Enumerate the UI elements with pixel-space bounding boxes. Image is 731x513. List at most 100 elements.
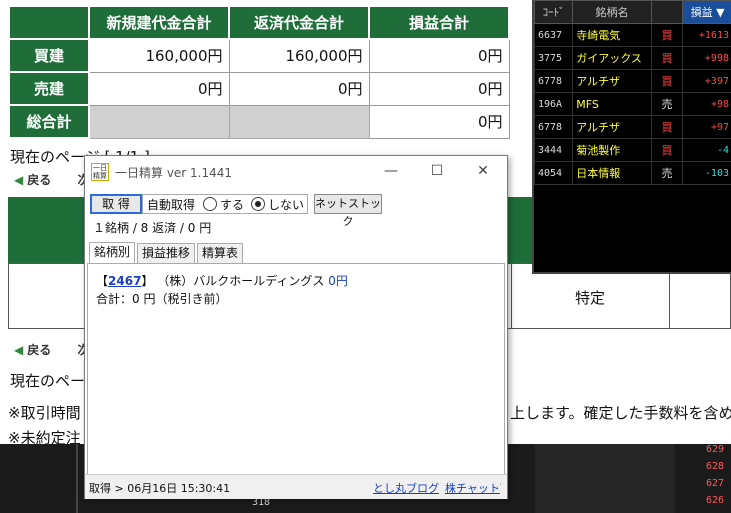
resize-grip-icon[interactable]: ⋰ <box>493 483 502 493</box>
blog-link[interactable]: とし丸ブログ <box>373 480 439 496</box>
position-row[interactable]: 6778 アルチザ 買 +97 <box>533 115 731 139</box>
back-link[interactable]: 戻る <box>27 173 51 187</box>
board-price-column <box>535 444 675 513</box>
col-side[interactable] <box>650 0 684 24</box>
total-line: 合計：0 円（税引き前） <box>96 292 228 306</box>
buy-pl-total: 0円 <box>368 38 510 73</box>
board-price: 626 <box>706 495 725 506</box>
board-price: 628 <box>706 461 725 472</box>
position-code: 6637 <box>533 23 574 47</box>
close-icon[interactable]: ✕ <box>471 161 495 181</box>
position-code: 3775 <box>533 46 574 70</box>
position-name: MFS <box>572 92 652 116</box>
header-return-total: 返済代金合計 <box>228 5 370 40</box>
position-pl: +397 <box>682 69 731 93</box>
sell-new-total: 0円 <box>88 71 230 106</box>
position-side: 売 <box>650 161 684 185</box>
position-side: 買 <box>650 46 684 70</box>
auto-fetch-label: 自動取得 <box>147 198 196 212</box>
position-side: 買 <box>650 69 684 93</box>
page-indicator-bottom: 現在のペー <box>10 372 86 390</box>
back-link[interactable]: 戻る <box>27 343 51 357</box>
stock-code-link[interactable]: 2467 <box>108 274 141 288</box>
position-pl: +1613 <box>682 23 731 47</box>
account-type: 特定 <box>575 289 606 307</box>
radio-on[interactable] <box>203 197 217 211</box>
position-row[interactable]: 3775 ガイアックス 買 +998 <box>533 46 731 70</box>
status-bar: 取得 > 06月16日 15:30:41 とし丸ブログ 株チャット ⋰ <box>85 474 507 499</box>
sell-pl-total: 0円 <box>368 71 510 106</box>
fetch-timestamp: 取得 > 06月16日 15:30:41 <box>89 482 231 495</box>
position-name: 日本情報 <box>572 161 652 185</box>
position-side: 買 <box>650 115 684 139</box>
sort-down-icon: ▼ <box>716 6 725 19</box>
netstock-button[interactable]: ネットストック <box>314 194 382 228</box>
summary-table: 新規建代金合計 返済代金合計 損益合計 買建 160,000円 160,000円… <box>8 5 510 139</box>
position-pl: +98 <box>682 92 731 116</box>
window-title: 一日精算 ver 1.1441 <box>115 166 233 180</box>
position-code: 6778 <box>533 115 574 139</box>
position-pl: +998 <box>682 46 731 70</box>
pager-bottom: ◀戻る 次 <box>14 341 89 358</box>
row-label-grand-total: 総合計 <box>8 104 90 139</box>
chart-link[interactable]: 株チャット <box>445 480 500 496</box>
back-arrow-icon: ◀ <box>14 343 24 357</box>
radio-off[interactable] <box>251 197 265 211</box>
sell-return-total: 0円 <box>228 71 370 106</box>
position-code: 196A <box>533 92 574 116</box>
position-code: 3444 <box>533 138 574 162</box>
position-row[interactable]: 196A MFS 売 +98 <box>533 92 731 116</box>
position-name: 寺崎電気 <box>572 23 652 47</box>
position-pl: +97 <box>682 115 731 139</box>
position-name: 菊池製作 <box>572 138 652 162</box>
col-pl[interactable]: 損益 ▼ <box>682 0 731 24</box>
tab-pl-trend[interactable]: 損益推移 <box>137 243 195 263</box>
position-code: 6778 <box>533 69 574 93</box>
position-row[interactable]: 3444 菊池製作 買 -4 <box>533 138 731 162</box>
radio-off-label[interactable]: しない <box>268 196 304 213</box>
stock-entry-amount: 0円 <box>328 274 348 288</box>
row-label-sell: 売建 <box>8 71 90 106</box>
back-arrow-icon: ◀ <box>14 173 24 187</box>
tab-content: 【2467】 （株）バルクホールディングス 0円 合計：0 円（税引き前） <box>87 263 505 475</box>
buy-new-total: 160,000円 <box>88 38 230 73</box>
tab-by-stock[interactable]: 銘柄別 <box>89 242 135 264</box>
summary-corner <box>8 5 90 40</box>
col-code[interactable]: ｺｰﾄﾞ <box>533 0 574 24</box>
position-row[interactable]: 6637 寺崎電気 買 +1613 <box>533 23 731 47</box>
orders-table-divider <box>511 263 512 329</box>
pager-top: ◀戻る 次 <box>14 171 89 188</box>
radio-on-label[interactable]: する <box>220 196 244 213</box>
col-pl-label: 損益 <box>690 6 713 19</box>
board-price: 627 <box>706 478 725 489</box>
title-bar[interactable]: 一日精算 一日精算 ver 1.1441 — ☐ ✕ <box>85 156 507 186</box>
position-side: 売 <box>650 92 684 116</box>
board-price: 629 <box>706 444 725 455</box>
positions-panel: ｺｰﾄﾞ 銘柄名 損益 ▼ 6637 寺崎電気 買 +1613 3775 ガイア… <box>532 0 731 274</box>
grand-pl-total: 0円 <box>368 104 510 139</box>
col-name[interactable]: 銘柄名 <box>572 0 652 24</box>
tab-settlement-sheet[interactable]: 精算表 <box>197 243 243 263</box>
fetch-button[interactable]: 取 得 <box>90 194 142 214</box>
stock-entry-name: （株）バルクホールディングス <box>157 274 325 288</box>
position-code: 4054 <box>533 161 574 185</box>
board-divider <box>76 444 78 513</box>
minimize-icon[interactable]: — <box>379 161 403 181</box>
note-trading-time: ※取引時間 <box>8 404 81 422</box>
position-row[interactable]: 4054 日本情報 売 -103 <box>533 161 731 185</box>
positions-table: ｺｰﾄﾞ 銘柄名 損益 ▼ 6637 寺崎電気 買 +1613 3775 ガイア… <box>533 0 731 185</box>
summary-counts: １銘柄 / 8 返済 / 0 円 <box>93 221 212 235</box>
maximize-icon[interactable]: ☐ <box>425 161 449 181</box>
row-label-buy: 買建 <box>8 38 90 73</box>
grand-return-total <box>228 104 370 139</box>
note-trading-time-cont: 上します。確定した手数料を含め <box>510 404 731 422</box>
position-name: アルチザ <box>572 69 652 93</box>
position-row[interactable]: 6778 アルチザ 買 +397 <box>533 69 731 93</box>
position-name: ガイアックス <box>572 46 652 70</box>
position-side: 買 <box>650 23 684 47</box>
stock-entry: 【2467】 （株）バルクホールディングス 0円 <box>96 274 348 288</box>
position-pl: -103 <box>682 161 731 185</box>
position-name: アルチザ <box>572 115 652 139</box>
app-icon: 一日精算 <box>91 163 109 181</box>
header-pl-total: 損益合計 <box>368 5 510 40</box>
